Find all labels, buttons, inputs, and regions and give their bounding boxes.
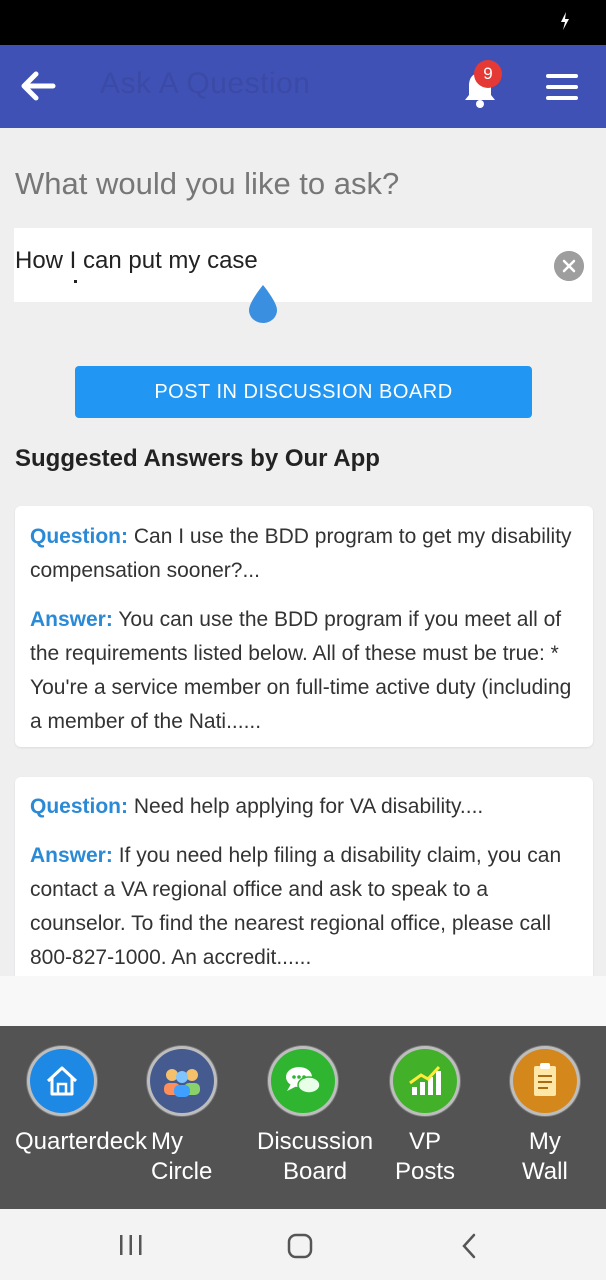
notification-badge: 9	[474, 60, 502, 88]
question-body: Need help applying for VA disability....	[133, 795, 484, 818]
status-bar	[0, 0, 606, 45]
clear-text-icon[interactable]	[554, 251, 584, 281]
question-text: Question: Can I use the BDD program to g…	[30, 520, 586, 588]
bottom-navigation: Quarterdeck My Circle Discussion Board V…	[0, 1026, 606, 1209]
scroll-fade	[0, 976, 606, 1026]
nav-label: My Wall	[522, 1128, 568, 1185]
question-input-value[interactable]: How I can put my case	[15, 247, 258, 275]
nav-label: Discussion Board	[257, 1128, 374, 1185]
question-label: Question:	[30, 525, 128, 548]
hamburger-menu-icon[interactable]	[546, 72, 578, 102]
question-prompt: What would you like to ask?	[15, 166, 400, 201]
growth-chart-icon	[393, 1049, 457, 1113]
question-text: Question: Need help applying for VA disa…	[30, 790, 586, 824]
back-arrow-icon[interactable]	[20, 70, 56, 102]
answer-label: Answer:	[30, 608, 113, 631]
recent-apps-icon[interactable]	[118, 1234, 144, 1256]
nav-vp-posts[interactable]: VP Posts	[375, 1026, 475, 1209]
text-selection-handle-icon[interactable]	[246, 284, 280, 324]
back-button-icon[interactable]	[460, 1233, 478, 1259]
answer-label: Answer:	[30, 844, 113, 867]
suggested-answers-heading: Suggested Answers by Our App	[15, 445, 380, 472]
notepad-icon	[513, 1049, 577, 1113]
question-input[interactable]: How I can put my case	[14, 228, 592, 302]
question-label: Question:	[30, 795, 128, 818]
post-discussion-board-button[interactable]: POST IN DISCUSSION BOARD	[75, 366, 532, 418]
home-button-icon[interactable]	[287, 1233, 313, 1259]
nav-my-wall[interactable]: My Wall	[475, 1026, 606, 1209]
home-icon	[30, 1049, 94, 1113]
page-title: Ask A Question	[100, 67, 311, 100]
nav-quarterdeck[interactable]: Quarterdeck	[0, 1026, 147, 1209]
nav-label: My Circle	[151, 1128, 213, 1185]
system-navigation-bar	[0, 1209, 606, 1280]
nav-discussion-board[interactable]: Discussion Board	[240, 1026, 375, 1209]
suggested-answer-card[interactable]: Question: Need help applying for VA disa…	[15, 777, 593, 982]
suggested-answer-card[interactable]: Question: Can I use the BDD program to g…	[15, 506, 593, 747]
nav-label: VP Posts	[395, 1128, 456, 1185]
nav-my-circle[interactable]: My Circle	[125, 1026, 240, 1209]
app-bar: Ask A Question 9	[0, 45, 606, 128]
charging-icon	[561, 12, 569, 30]
text-cursor	[74, 280, 77, 283]
people-icon	[150, 1049, 214, 1113]
answer-text: Answer: If you need help filing a disabi…	[30, 839, 586, 975]
chat-icon	[271, 1049, 335, 1113]
answer-text: Answer: You can use the BDD program if y…	[30, 603, 586, 739]
